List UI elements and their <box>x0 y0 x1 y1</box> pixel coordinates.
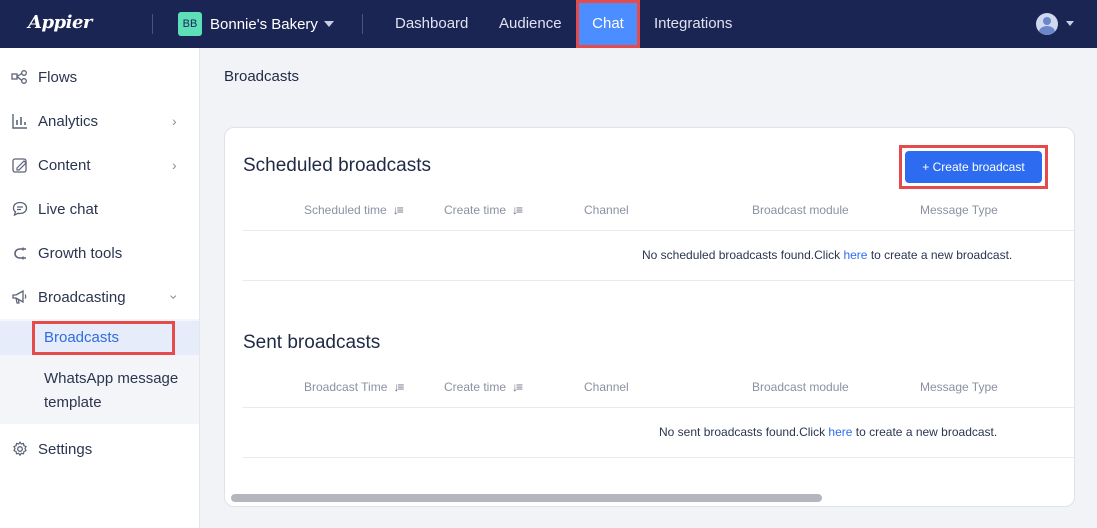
workspace-badge: BB <box>178 12 202 36</box>
gear-icon <box>11 440 29 458</box>
column-create-time[interactable]: Create time ↓≡ <box>444 380 523 394</box>
column-create-time[interactable]: Create time ↓≡ <box>444 203 523 217</box>
chevron-down-icon[interactable] <box>1066 21 1074 26</box>
scheduled-empty-message: No scheduled broadcasts found.Click here… <box>642 248 1013 262</box>
sidebar-item-label: Broadcasting <box>38 288 126 306</box>
top-navbar: Appier BB Bonnie's Bakery Dashboard Audi… <box>0 0 1097 48</box>
megaphone-icon <box>11 288 29 306</box>
flow-icon <box>11 68 29 86</box>
chevron-right-icon: › <box>172 113 177 129</box>
sidebar-item-broadcasting[interactable]: Broadcasting › <box>0 275 199 319</box>
magnet-icon <box>11 244 29 262</box>
sort-icon[interactable]: ↓≡ <box>512 380 523 394</box>
user-avatar[interactable] <box>1036 13 1058 35</box>
sidebar-item-label: Growth tools <box>38 244 123 262</box>
column-label: Create time <box>444 203 507 217</box>
sort-icon[interactable]: ↓≡ <box>393 203 404 217</box>
page-title: Broadcasts <box>224 68 300 85</box>
chevron-down-icon <box>323 21 334 27</box>
column-broadcast-module: Broadcast module <box>752 380 849 394</box>
nav-dashboard[interactable]: Dashboard <box>395 0 468 48</box>
sidebar-item-analytics[interactable]: Analytics › <box>0 99 199 143</box>
nav-chat[interactable]: Chat <box>576 0 640 48</box>
table-divider <box>243 280 1074 281</box>
nav-divider <box>362 14 363 34</box>
table-divider <box>243 407 1074 408</box>
sidebar-item-whatsapp-template[interactable]: WhatsApp message template <box>44 367 194 415</box>
create-broadcast-button[interactable]: + Create broadcast <box>905 151 1042 183</box>
sidebar-item-settings[interactable]: Settings <box>0 427 199 471</box>
sidebar-item-live-chat[interactable]: Live chat <box>0 187 199 231</box>
sort-icon[interactable]: ↓≡ <box>512 203 523 217</box>
column-broadcast-module: Broadcast module <box>752 203 849 217</box>
scheduled-broadcasts-title: Scheduled broadcasts <box>243 155 432 176</box>
sidebar-item-flows[interactable]: Flows <box>0 55 199 99</box>
sidebar-item-label: WhatsApp message <box>44 370 179 387</box>
sidebar-item-label: Analytics <box>38 112 99 130</box>
horizontal-scrollbar[interactable] <box>231 494 1071 502</box>
column-label: Scheduled time <box>304 203 387 217</box>
bar-chart-icon <box>11 112 29 130</box>
sidebar-item-broadcasts[interactable]: Broadcasts <box>32 321 175 355</box>
sort-icon[interactable]: ↓≡ <box>393 380 404 394</box>
appier-logo[interactable]: Appier <box>28 12 92 33</box>
chevron-down-icon: › <box>166 294 183 300</box>
column-message-type: Message Type <box>920 380 998 394</box>
table-divider <box>243 457 1074 458</box>
sent-broadcasts-title: Sent broadcasts <box>243 332 381 353</box>
create-here-link[interactable]: here <box>843 248 867 262</box>
sidebar-item-label: template <box>44 394 102 411</box>
column-label: Create time <box>444 380 507 394</box>
nav-audience[interactable]: Audience <box>499 0 562 48</box>
sidebar-item-label: Content <box>38 156 91 174</box>
column-channel: Channel <box>584 203 629 217</box>
sent-empty-message: No sent broadcasts found.Click here to c… <box>659 425 998 439</box>
chevron-right-icon: › <box>172 157 177 173</box>
column-broadcast-time[interactable]: Broadcast Time ↓≡ <box>304 380 404 394</box>
nav-integrations[interactable]: Integrations <box>654 0 732 48</box>
create-here-link[interactable]: here <box>828 425 852 439</box>
sidebar-item-growth-tools[interactable]: Growth tools <box>0 231 199 275</box>
edit-icon <box>11 156 29 174</box>
column-label: Broadcast Time <box>304 380 388 394</box>
create-broadcast-highlight: + Create broadcast <box>899 145 1048 189</box>
sidebar: Flows Analytics › Content › Live chat Gr… <box>0 48 200 528</box>
scrollbar-thumb[interactable] <box>231 494 822 502</box>
sidebar-item-label: Settings <box>38 440 93 458</box>
workspace-switcher[interactable]: BB Bonnie's Bakery <box>178 12 334 36</box>
chat-bubble-icon <box>11 200 29 218</box>
sidebar-item-label: Live chat <box>38 200 99 218</box>
table-divider <box>243 230 1074 231</box>
column-scheduled-time[interactable]: Scheduled time ↓≡ <box>304 203 404 217</box>
workspace-name: Bonnie's Bakery <box>210 15 318 33</box>
column-channel: Channel <box>584 380 629 394</box>
sidebar-item-content[interactable]: Content › <box>0 143 199 187</box>
sidebar-item-label: Flows <box>38 68 78 86</box>
broadcasts-card: Scheduled broadcasts + Create broadcast … <box>224 127 1075 507</box>
column-message-type: Message Type <box>920 203 998 217</box>
nav-divider <box>152 14 153 34</box>
